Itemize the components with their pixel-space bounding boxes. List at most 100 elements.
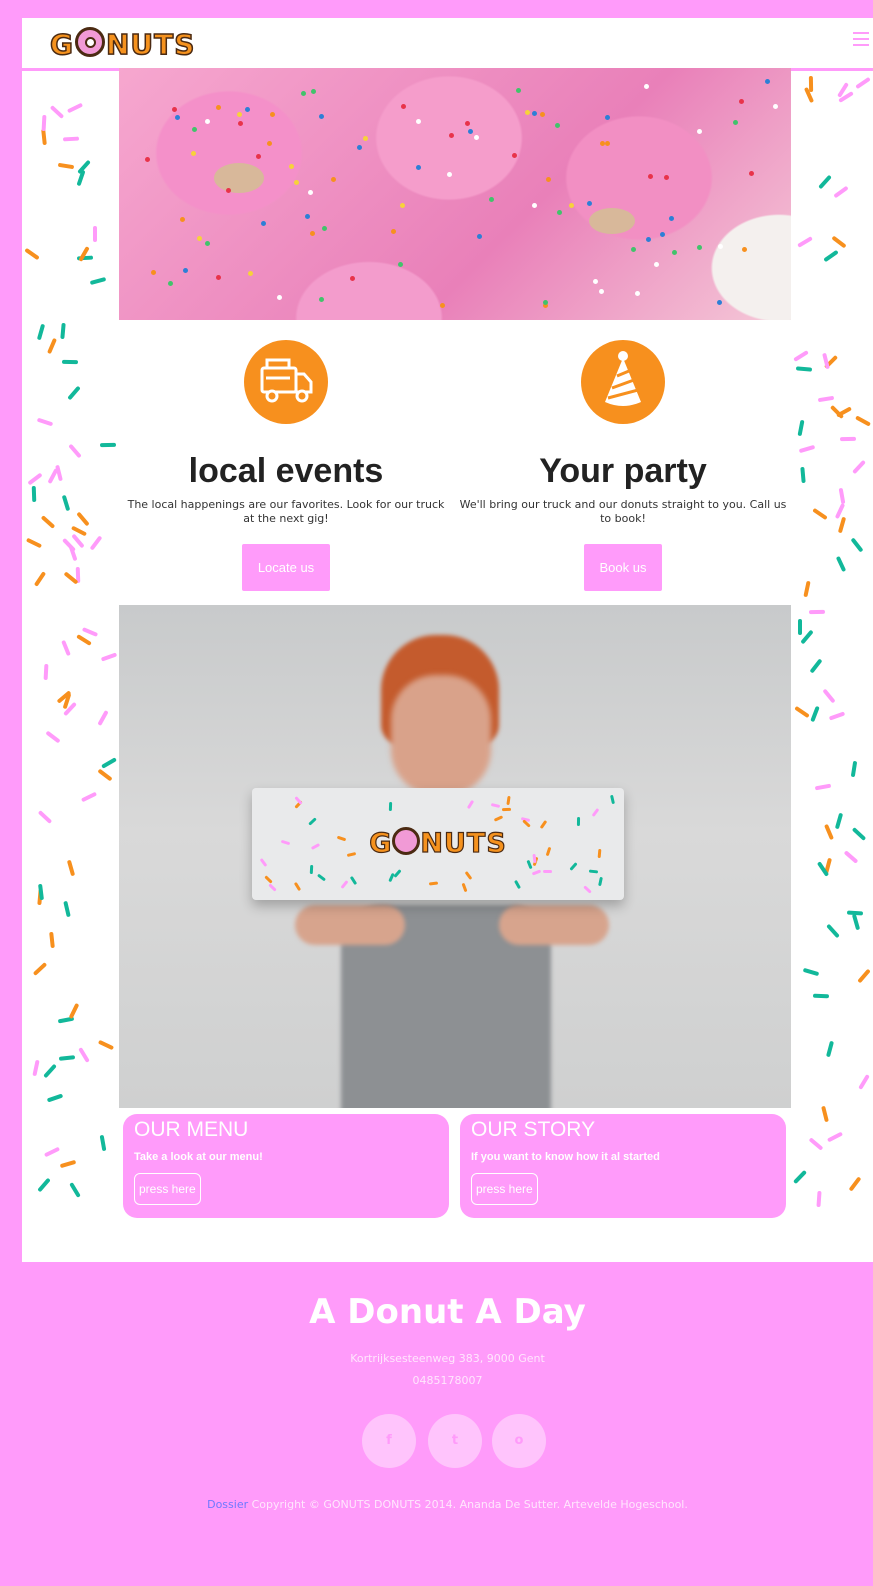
hero-sprinkle [733,120,739,126]
sprinkle [81,627,99,638]
hero-sprinkle [205,241,211,247]
our-menu-press-button[interactable]: press here [134,1173,201,1205]
sprinkle [100,442,117,448]
box-logo: G NUTS [252,824,624,860]
box-sprinkle [591,808,600,818]
sprinkle [27,472,43,486]
hero-sprinkle [318,113,324,119]
sprinkle [60,322,66,340]
hero-sprinkle [308,190,314,196]
photo-hand-left [295,905,405,945]
hero-sprinkle [238,120,244,126]
hero-sprinkle [477,233,483,239]
sprinkle [850,537,864,553]
hero-sprinkle [659,231,665,237]
card-text: Take a look at our menu! [134,1151,263,1163]
instagram-icon[interactable]: o [492,1414,546,1468]
hero-sprinkle [191,126,197,132]
hero-sprinkle [664,175,670,181]
box-sprinkle [309,865,313,875]
sprinkle [76,511,91,527]
logo-prefix: G [49,27,74,62]
hero-sprinkle [357,145,363,151]
page-frame: G NUTS local events The local happenings… [0,0,873,1586]
sprinkle [821,1105,829,1123]
sprinkle [839,437,856,442]
box-sprinkle [464,871,473,881]
sprinkle [61,639,72,657]
box-sprinkle [597,877,603,887]
hero-sprinkle [248,271,254,277]
hero-sprinkle [512,153,518,159]
hamburger-menu-icon[interactable] [853,32,869,50]
feature-text: The local happenings are our favorites. … [127,498,445,525]
sprinkle [822,688,836,704]
sprinkle [25,537,42,549]
sprinkle [800,466,807,484]
box-sprinkle [316,873,326,882]
hero-sprinkle [150,269,156,275]
logo[interactable]: G NUTS [49,24,195,62]
hero-sprinkle [765,79,771,85]
box-sprinkle [490,803,501,809]
box-sprinkle [294,881,302,891]
sprinkle [835,556,846,573]
sprinkle [97,768,114,781]
sprinkle [794,706,810,719]
box-sprinkle [569,861,579,871]
sprinkle [818,395,835,403]
sprinkle [63,900,71,917]
sprinkle [818,175,832,190]
twitter-icon[interactable]: t [428,1414,482,1468]
sprinkle [808,609,825,615]
hero-sprinkle [318,296,324,302]
hero-sprinkle [749,170,755,176]
hero-sprinkle [244,106,250,112]
locate-us-button[interactable]: Locate us [241,544,331,591]
sprinkle [97,709,109,726]
dossier-link[interactable]: Dossier [207,1498,248,1511]
hero-sprinkle [350,276,356,282]
box-sprinkle [349,875,358,886]
box-sprinkle [531,869,541,876]
hero-sprinkle [696,129,702,135]
footer-contact: Kortrijksesteenweg 383, 9000 Gent 048517… [22,1348,873,1392]
hero-sprinkle [489,196,495,202]
sprinkle [838,487,845,505]
sprinkle [37,417,54,426]
book-us-button[interactable]: Book us [583,544,663,591]
hero-sprinkle [773,104,779,110]
hero-sprinkle [467,129,473,135]
hero-sprinkle [697,244,703,250]
feature-local-events: local events The local happenings are ou… [121,340,451,591]
box-sprinkle [609,795,615,805]
sprinkle [798,618,802,635]
facebook-icon[interactable]: f [362,1414,416,1468]
box-sprinkle [428,881,439,886]
box-sprinkle [543,869,553,873]
sprinkle [59,1055,76,1061]
hero-sprinkle [397,262,403,268]
hero-sprinkle [717,300,723,306]
sprinkle [795,365,812,372]
hero-sprinkle [416,118,422,124]
sprinkle [89,534,103,551]
sprinkle [808,1136,824,1151]
sprinkle [831,235,847,248]
hero-sprinkle [363,135,369,141]
hero-sprinkle [654,262,660,268]
hero-sprinkle [237,112,243,118]
our-story-press-button[interactable]: press here [471,1173,538,1205]
sprinkle [799,444,816,453]
sprinkle [33,570,47,587]
sprinkle [61,359,78,364]
site-footer: A Donut A Day Kortrijksesteenweg 383, 90… [22,1262,873,1586]
sprinkle [826,1131,843,1143]
sprinkle [797,419,805,437]
sprinkle [851,913,861,931]
hero-sprinkle [531,110,537,116]
box-sprinkle [260,858,268,868]
hero-sprinkle [276,295,282,301]
hero-sprinkle [322,225,328,231]
card-text: If you want to know how it al started [471,1151,660,1163]
